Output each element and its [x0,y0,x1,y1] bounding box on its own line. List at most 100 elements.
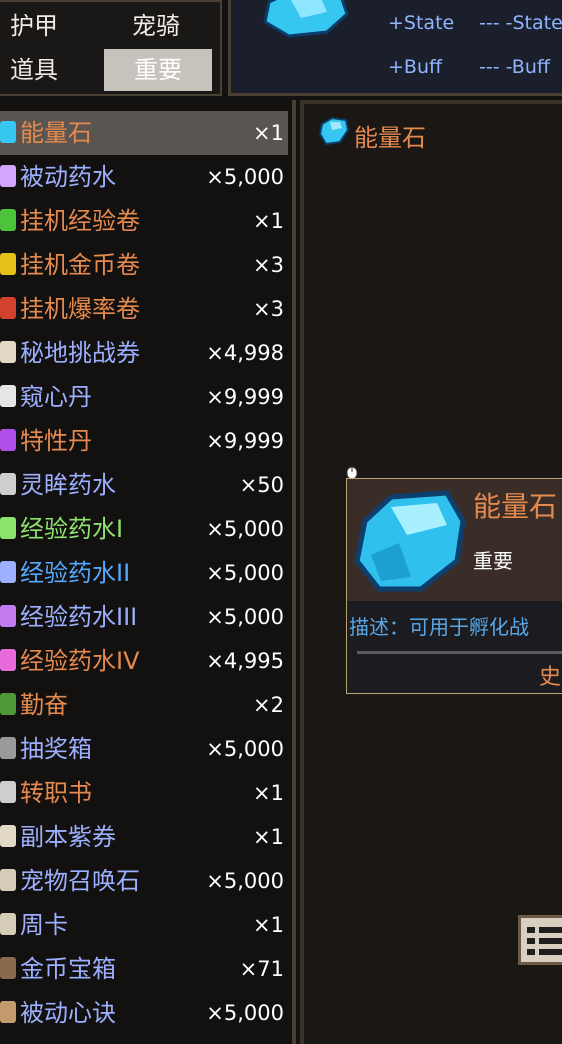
state-panel: +State --- -State +Buff --- -Buff [228,0,562,96]
tab-armor[interactable]: 护甲 [10,5,90,47]
item-row[interactable]: 宠物召唤石 ×5,000 [0,859,288,903]
item-row[interactable]: 秘地挑战券 ×4,998 [0,331,288,375]
item-name: 挂机金币卷 [20,251,140,279]
tab-props[interactable]: 道具 [10,49,90,91]
item-name: 经验药水II [20,559,131,587]
item-quantity: ×5,000 [206,869,284,893]
item-name: 经验药水IV [20,647,140,675]
summon-stone-icon [0,869,16,891]
item-row[interactable]: 经验药水III ×5,000 [0,595,288,639]
card-divider [357,651,562,654]
item-quantity: ×2 [253,693,284,717]
item-row[interactable]: 抽奖箱 ×5,000 [0,727,288,771]
item-row[interactable]: 勤奋 ×2 [0,683,288,727]
item-quantity: ×3 [253,253,284,277]
item-name: 能量石 [20,119,92,147]
item-name: 副本紫券 [20,823,116,851]
minus-buff-label[interactable]: --- -Buff [479,56,550,78]
item-name: 经验药水III [20,603,138,631]
item-row[interactable]: 窥心丹 ×9,999 [0,375,288,419]
vial-icon [0,473,16,495]
item-row[interactable]: 挂机经验卷 ×1 [0,199,288,243]
tab-important[interactable]: 重要 [104,49,212,91]
item-quantity: ×1 [253,913,284,937]
item-name: 周卡 [20,911,68,939]
item-name: 抽奖箱 [20,735,92,763]
card-item-category: 重要 [473,549,513,573]
item-quantity: ×1 [253,209,284,233]
list-menu-button[interactable] [518,915,562,965]
card-icon [0,913,16,935]
potion-icon [0,165,16,187]
item-row[interactable]: 经验药水II ×5,000 [0,551,288,595]
item-row[interactable]: 能量石 ×1 [0,111,288,155]
item-row[interactable]: 被动心诀 ×5,000 [0,991,288,1035]
scroll-green-icon [0,209,16,231]
book-dark-icon [0,781,16,803]
flask-pink-icon [0,649,16,671]
flask-blue-icon [0,561,16,583]
chest-icon [0,957,16,979]
lottery-box-icon [0,737,16,759]
item-row[interactable]: 挂机爆率卷 ×3 [0,287,288,331]
pill-purple-icon [0,429,16,451]
item-quantity: ×5,000 [206,165,284,189]
item-row[interactable]: 灵眸药水 ×50 [0,463,288,507]
item-name: 金币宝箱 [20,955,116,983]
ticket-icon [0,341,16,363]
item-row[interactable]: 挂机金币卷 ×3 [0,243,288,287]
item-quantity: ×5,000 [206,1001,284,1025]
list-icon [527,927,562,955]
item-name: 窥心丹 [20,383,92,411]
detail-title: 能量石 [354,124,426,152]
item-quantity: ×3 [253,297,284,321]
plus-buff-label[interactable]: +Buff [388,56,442,78]
flask-purple-icon [0,605,16,627]
crystal-icon [318,116,350,146]
scroll-red-icon [0,297,16,319]
card-description: 描述：可用于孵化战 [349,615,529,639]
item-name: 被动药水 [20,163,116,191]
item-row[interactable]: 周卡 ×1 [0,903,288,947]
tab-mount[interactable]: 宠骑 [132,5,212,47]
minus-state-label[interactable]: --- -State [479,12,562,34]
item-name: 被动心诀 [20,999,116,1027]
card-footer-text: 史 [539,665,562,690]
item-tooltip-card: 能量石 重要 描述：可用于孵化战 史 [346,478,562,694]
item-row[interactable]: 副本紫券 ×1 [0,815,288,859]
item-row[interactable]: 金币宝箱 ×71 [0,947,288,991]
item-row[interactable]: 转职书 ×1 [0,771,288,815]
item-name: 转职书 [20,779,92,807]
item-name: 秘地挑战券 [20,339,140,367]
crystal-icon [263,0,349,38]
category-tabs: 护甲 宠骑 道具 重要 [0,0,222,96]
item-quantity: ×71 [239,957,284,981]
item-row[interactable]: 被动药水 ×5,000 [0,155,288,199]
item-name: 经验药水I [20,515,124,543]
crystal-icon [354,490,466,592]
item-row[interactable]: 经验药水IV ×4,995 [0,639,288,683]
crystal-icon [0,121,16,143]
plus-state-label[interactable]: +State [388,12,454,34]
pill-white-icon [0,385,16,407]
card-item-name: 能量石 [473,490,558,523]
item-quantity: ×1 [253,781,284,805]
item-list: 能量石 ×1 被动药水 ×5,000 挂机经验卷 ×1 挂机金币卷 ×3 挂机爆率卷 ×3 秘地挑战… [0,100,296,1044]
item-name: 特性丹 [20,427,92,455]
item-quantity: ×1 [253,121,284,145]
scroll-icon [0,1001,16,1023]
item-row[interactable]: 经验药水I ×5,000 [0,507,288,551]
item-quantity: ×4,995 [206,649,284,673]
item-name: 挂机爆率卷 [20,295,140,323]
item-quantity: ×1 [253,825,284,849]
flask-green-icon [0,517,16,539]
ticket-purple-icon [0,825,16,847]
item-quantity: ×5,000 [206,517,284,541]
item-name: 勤奋 [20,691,68,719]
item-row[interactable]: 特性丹 ×9,999 [0,419,288,463]
item-quantity: ×9,999 [206,429,284,453]
item-quantity: ×50 [239,473,284,497]
scroll-gold-icon [0,253,16,275]
item-quantity: ×5,000 [206,561,284,585]
item-name: 挂机经验卷 [20,207,140,235]
